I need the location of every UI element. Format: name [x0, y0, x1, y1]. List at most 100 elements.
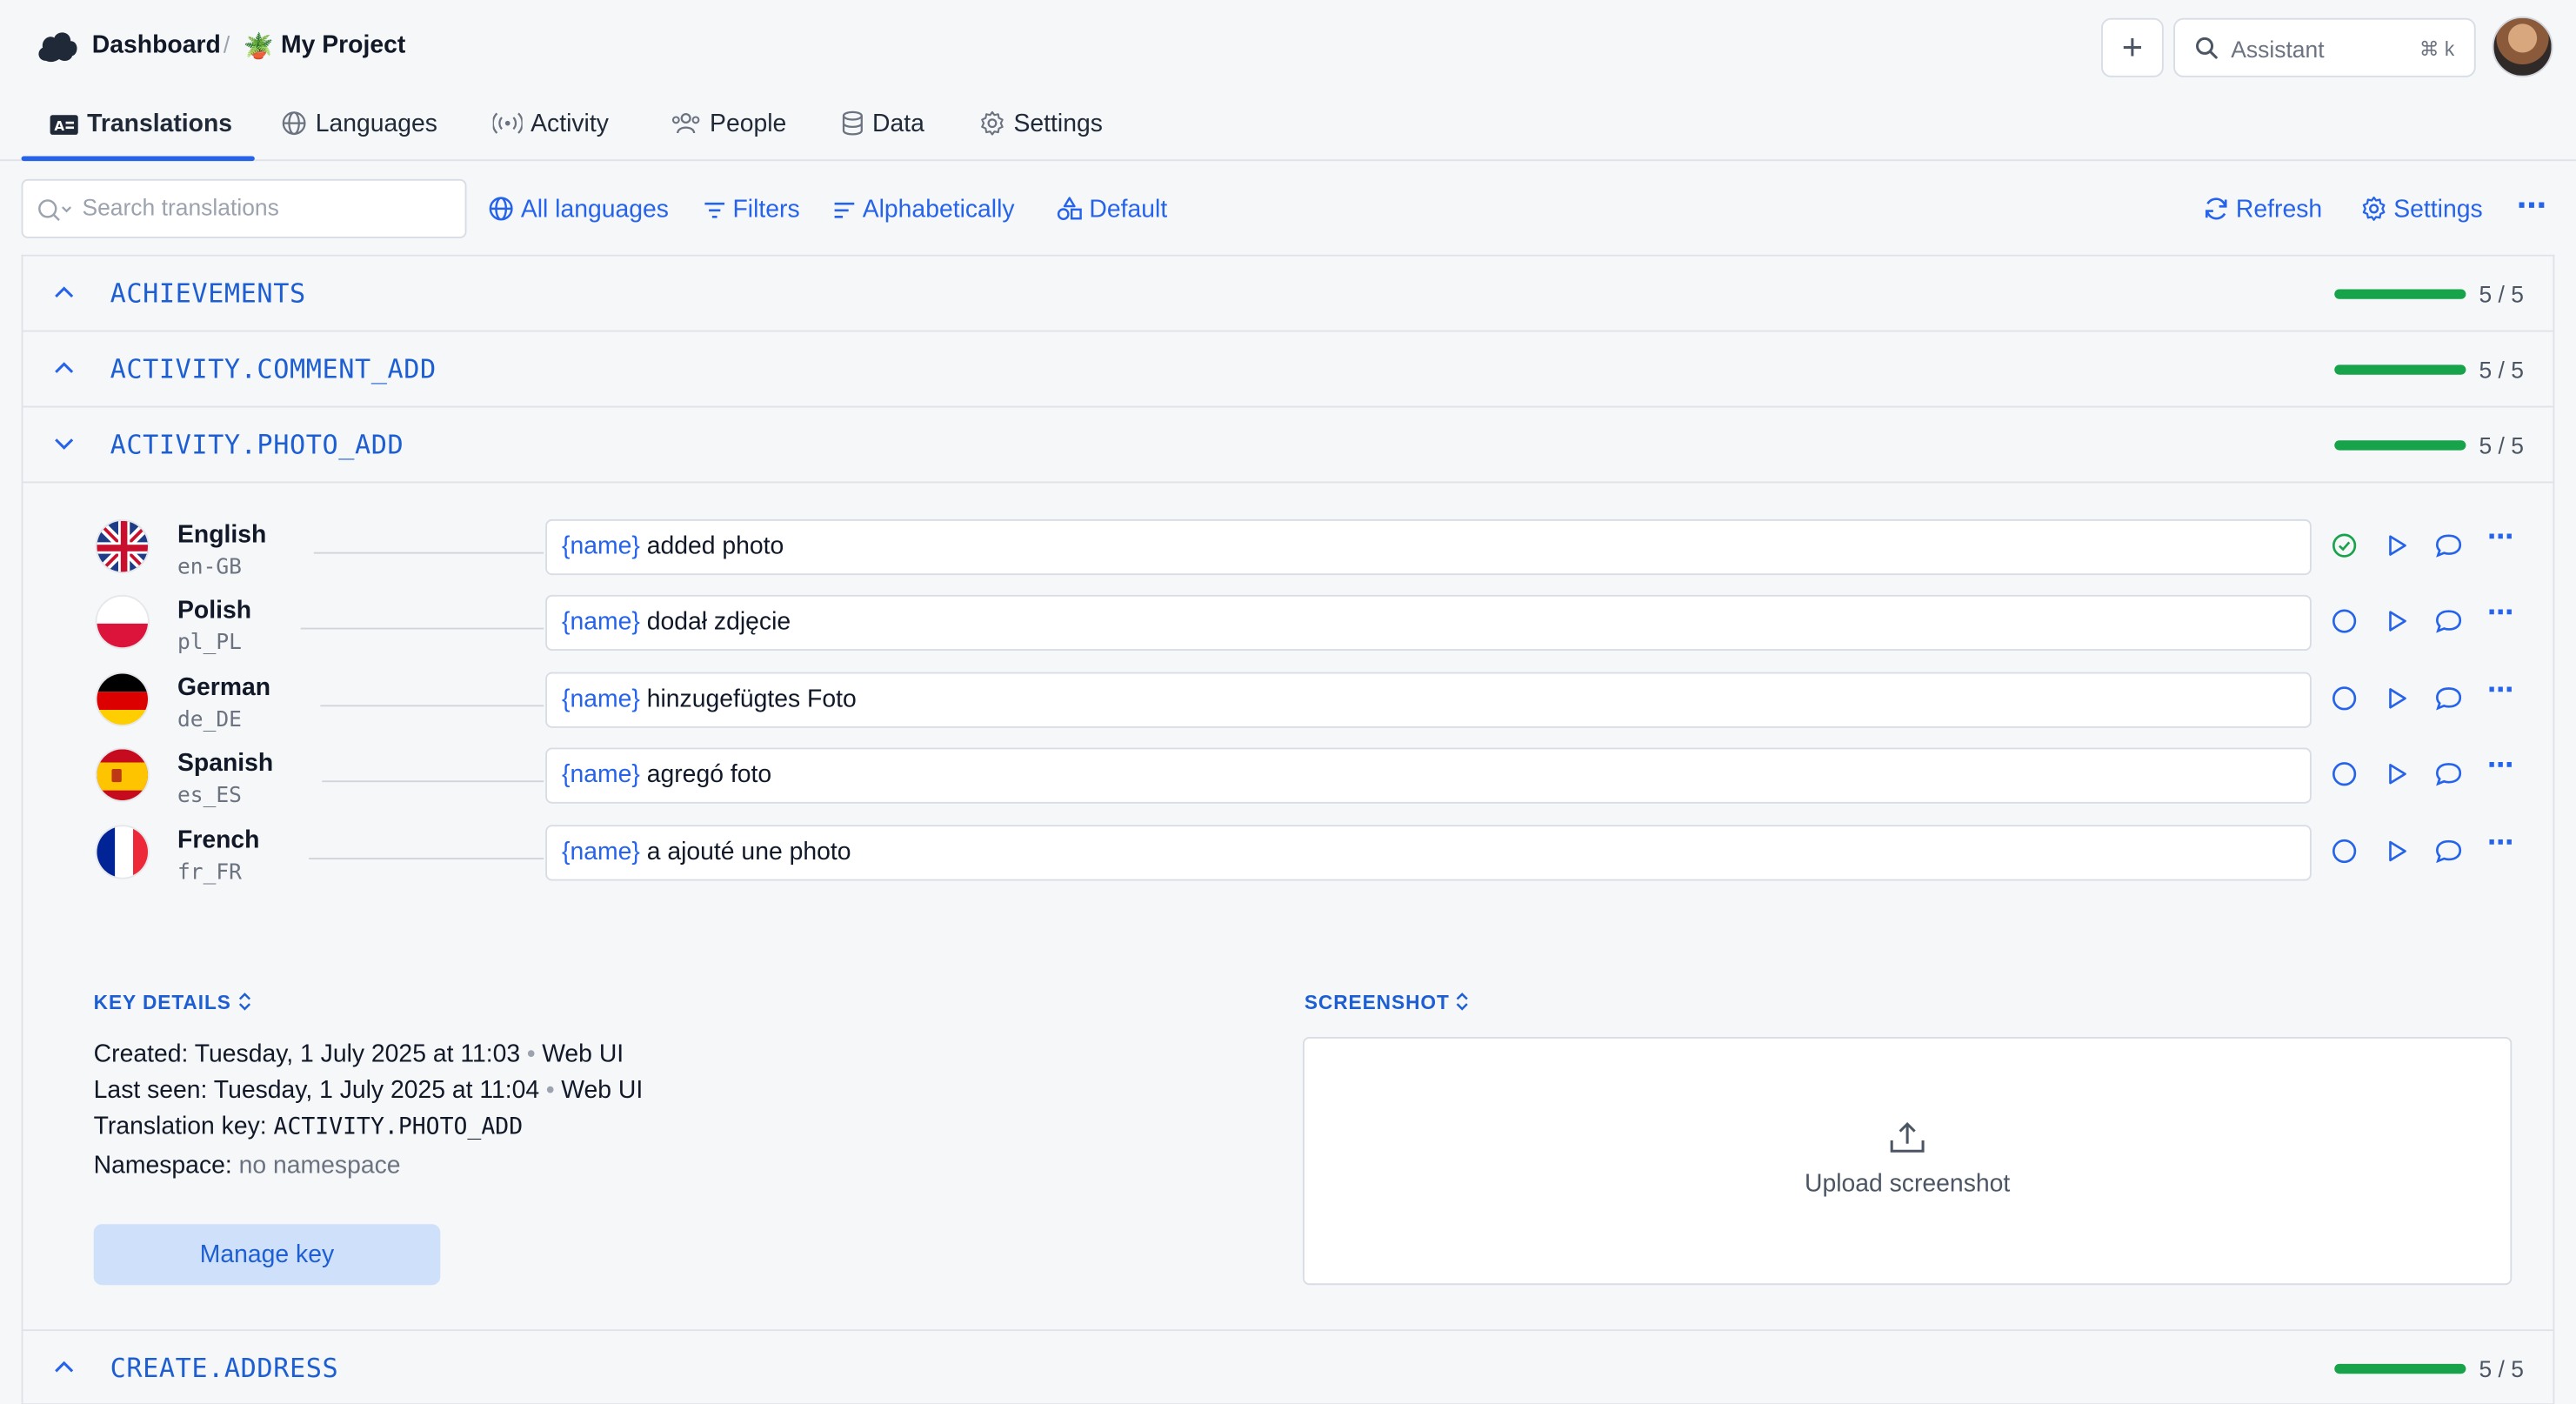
comment-icon[interactable] [2434, 532, 2462, 558]
chevron-up-icon[interactable] [52, 1355, 75, 1378]
translation-text: added photo [639, 532, 784, 561]
key-name[interactable]: ACTIVITY.COMMENT_ADD [110, 353, 437, 384]
row-more-button[interactable]: ⋯ [2487, 673, 2513, 706]
row-connector [313, 552, 544, 554]
state-circle-icon[interactable] [2331, 685, 2357, 712]
tab-translations[interactable]: A Translations [50, 110, 232, 160]
key-name[interactable]: ACHIEVEMENTS [110, 277, 306, 309]
key-details-toggle[interactable]: KEY DETAILS [93, 991, 253, 1014]
refresh-icon [2205, 197, 2227, 220]
translation-input[interactable]: {name} added photo [545, 518, 2312, 576]
sort-icon [834, 202, 855, 218]
namespace-detail: Namespace: no namespace [94, 1152, 401, 1180]
play-icon[interactable] [2384, 532, 2410, 558]
translation-progress [2334, 1363, 2466, 1374]
state-circle-icon[interactable] [2331, 838, 2357, 864]
breadcrumb-separator: / [223, 30, 230, 58]
key-name[interactable]: ACTIVITY.PHOTO_ADD [110, 429, 404, 460]
chevron-down-icon[interactable] [52, 432, 75, 455]
add-button[interactable]: + [2101, 17, 2164, 77]
sort-button[interactable]: Alphabetically [833, 196, 1015, 224]
translation-input[interactable]: {name} hinzugefügtes Foto [545, 672, 2312, 728]
all-languages-button[interactable]: All languages [488, 196, 669, 224]
translation-input[interactable]: {name} a ajouté une photo [545, 825, 2312, 881]
translation-key-label: Translation key: [93, 1112, 267, 1140]
last-seen-detail: Last seen: Tuesday, 1 July 2025 at 11:04… [94, 1076, 644, 1104]
comment-icon[interactable] [2434, 838, 2462, 864]
row-connector [320, 705, 544, 707]
key-row[interactable]: CREATE.ADDRESS 5 / 5 [23, 1329, 2553, 1404]
translation-input[interactable]: {name} agregó foto [545, 747, 2312, 804]
chevron-up-icon[interactable] [52, 281, 75, 304]
translation-input[interactable]: {name} dodał zdjęcie [545, 594, 2312, 652]
search-box[interactable] [21, 178, 467, 238]
row-more-button[interactable]: ⋯ [2487, 749, 2513, 782]
assistant-search[interactable]: Assistant ⌘ k [2173, 17, 2476, 77]
more-options-button[interactable]: ⋯ [2517, 189, 2546, 224]
key-details-title: KEY DETAILS [93, 991, 231, 1014]
search-icon [38, 199, 72, 221]
key-row[interactable]: ACHIEVEMENTS 5 / 5 [23, 256, 2553, 332]
row-more-button[interactable]: ⋯ [2487, 597, 2513, 630]
settings-label: Settings [2393, 195, 2483, 224]
screenshot-dropzone[interactable]: Upload screenshot [1302, 1036, 2513, 1286]
user-avatar[interactable] [2492, 16, 2553, 77]
language-code: fr_FR [177, 860, 242, 886]
tab-settings[interactable]: Settings [979, 110, 1103, 160]
play-icon[interactable] [2384, 608, 2410, 634]
manage-key-button[interactable]: Manage key [93, 1224, 441, 1286]
row-more-button[interactable]: ⋯ [2487, 521, 2513, 554]
all-languages-label: All languages [520, 195, 669, 224]
people-icon [671, 112, 700, 134]
translations-panel: ACHIEVEMENTS 5 / 5 ACTIVITY.COMMENT_ADD … [21, 254, 2555, 1404]
language-name: French [177, 826, 260, 855]
language-name: German [177, 673, 271, 702]
tab-languages[interactable]: Languages [281, 110, 437, 160]
key-row-expanded[interactable]: ACTIVITY.PHOTO_ADD 5 / 5 [23, 407, 2553, 484]
database-icon [842, 110, 863, 136]
breadcrumb-dashboard[interactable]: Dashboard [92, 31, 221, 59]
expand-toggle-icon [1457, 993, 1469, 1011]
tab-data[interactable]: Data [841, 110, 924, 160]
view-button[interactable]: Default [1057, 195, 1168, 224]
breadcrumb-project[interactable]: My Project [281, 31, 405, 59]
key-row[interactable]: ACTIVITY.COMMENT_ADD 5 / 5 [23, 331, 2553, 408]
play-icon[interactable] [2384, 838, 2410, 864]
filters-label: Filters [732, 195, 800, 224]
top-bar: Dashboard / 🪴 My Project + Assistant ⌘ k [0, 0, 2576, 92]
state-circle-icon[interactable] [2331, 761, 2357, 787]
translation-placeholder: {name} [562, 838, 640, 866]
translation-placeholder: {name} [562, 532, 640, 561]
refresh-button[interactable]: Refresh [2203, 196, 2322, 224]
state-circle-icon[interactable] [2331, 608, 2357, 634]
tab-activity[interactable]: Activity [491, 110, 609, 160]
language-name: Spanish [177, 749, 274, 778]
language-name: English [177, 520, 267, 549]
screenshot-toggle[interactable]: SCREENSHOT [1305, 991, 1471, 1014]
namespace-value: no namespace [238, 1152, 401, 1180]
comment-icon[interactable] [2434, 761, 2462, 787]
upload-icon [1890, 1121, 1925, 1153]
cloud-logo-icon[interactable] [37, 28, 79, 64]
comment-icon[interactable] [2434, 685, 2462, 712]
comment-icon[interactable] [2434, 608, 2462, 634]
tab-people[interactable]: People [671, 110, 786, 160]
reviewed-check-icon[interactable] [2331, 532, 2357, 558]
tab-label: Data [872, 110, 924, 138]
view-label: Default [1089, 195, 1168, 224]
row-connector [309, 858, 544, 859]
key-name[interactable]: CREATE.ADDRESS [110, 1353, 339, 1384]
last-seen-label: Last seen: [93, 1076, 208, 1105]
tab-label: Activity [531, 110, 609, 138]
tab-label: Languages [315, 110, 437, 138]
progress-count: 5 / 5 [2479, 356, 2524, 384]
chevron-up-icon[interactable] [52, 357, 75, 379]
row-more-button[interactable]: ⋯ [2487, 826, 2513, 859]
play-icon[interactable] [2384, 685, 2410, 712]
play-icon[interactable] [2384, 761, 2410, 787]
settings-button[interactable]: Settings [2360, 195, 2483, 224]
search-input[interactable] [82, 193, 452, 221]
progress-fill [2334, 289, 2466, 299]
filters-button[interactable]: Filters [703, 195, 800, 224]
upload-screenshot-label: Upload screenshot [1804, 1169, 2011, 1199]
